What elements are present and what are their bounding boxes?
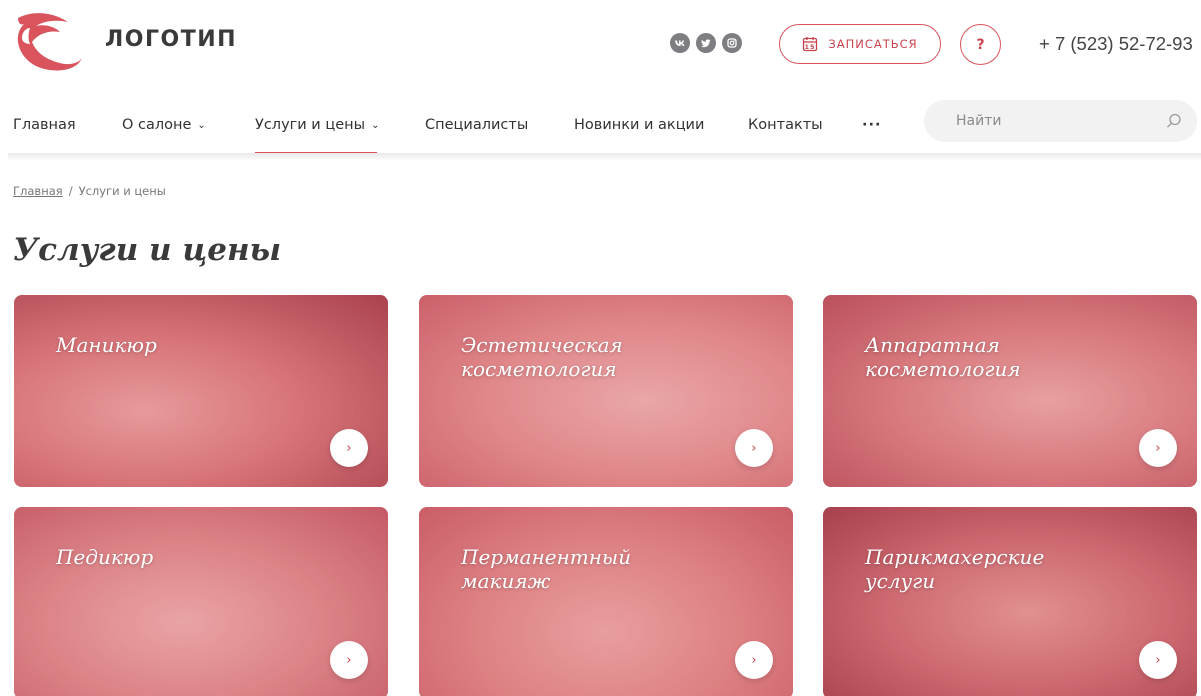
card-title: Аппаратная косметология — [865, 333, 1021, 381]
service-card-pedicure[interactable]: Педикюр › — [14, 507, 388, 696]
card-title: Педикюр — [56, 545, 154, 569]
service-card-permanent-makeup[interactable]: Перманентный макияж › — [419, 507, 793, 696]
service-card-aesthetic-cosmetology[interactable]: Эстетическая косметология › — [419, 295, 793, 487]
card-title: Маникюр — [56, 333, 157, 357]
service-card-manicure[interactable]: Маникюр › — [14, 295, 388, 487]
service-card-hairdressing[interactable]: Парикмахерские услуги › — [823, 507, 1197, 696]
services-grid: Маникюр › Эстетическая косметология › Ап… — [0, 0, 1201, 696]
chevron-right-icon[interactable]: › — [735, 641, 773, 679]
service-card-hardware-cosmetology[interactable]: Аппаратная косметология › — [823, 295, 1197, 487]
card-title: Перманентный макияж — [461, 545, 632, 593]
chevron-right-icon[interactable]: › — [330, 641, 368, 679]
chevron-right-icon[interactable]: › — [1139, 641, 1177, 679]
card-overlay — [14, 295, 388, 487]
card-title: Эстетическая косметология — [461, 333, 623, 381]
card-overlay — [823, 295, 1197, 487]
chevron-right-icon[interactable]: › — [1139, 429, 1177, 467]
chevron-right-icon[interactable]: › — [735, 429, 773, 467]
card-overlay — [419, 295, 793, 487]
card-title: Парикмахерские услуги — [865, 545, 1045, 593]
chevron-right-icon[interactable]: › — [330, 429, 368, 467]
